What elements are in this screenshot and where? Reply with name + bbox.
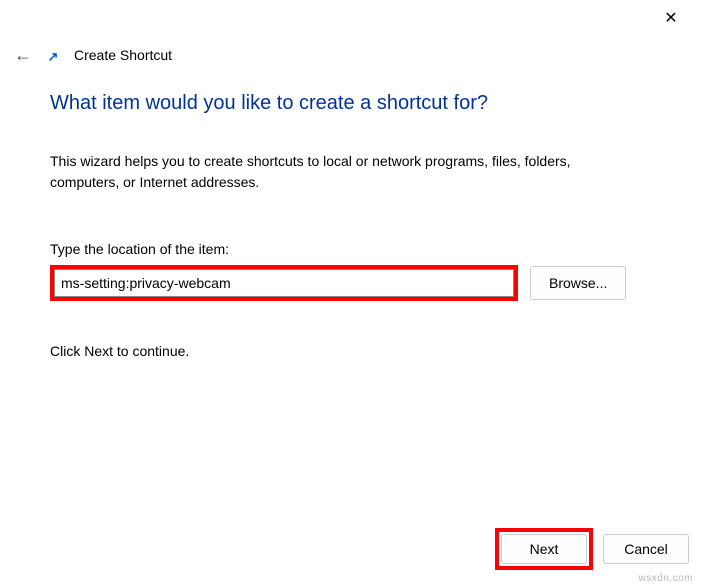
footer-buttons: Next Cancel [495, 528, 689, 570]
back-button[interactable]: ← [12, 44, 34, 66]
browse-button[interactable]: Browse... [530, 266, 626, 300]
continue-text: Click Next to continue. [50, 343, 653, 359]
close-button[interactable]: ✕ [651, 3, 691, 33]
cancel-button[interactable]: Cancel [603, 534, 689, 564]
header-row: ← ↗ Create Shortcut [0, 36, 703, 74]
window-title: Create Shortcut [74, 47, 172, 63]
content-area: What item would you like to create a sho… [0, 74, 703, 359]
back-arrow-icon: ← [14, 45, 32, 66]
close-icon: ✕ [664, 8, 677, 28]
shortcut-icon: ↗ [46, 50, 60, 64]
watermark: wsxdn.com [638, 573, 693, 584]
location-row: Browse... [50, 265, 653, 301]
input-highlight [50, 265, 518, 301]
location-input[interactable] [54, 269, 514, 297]
location-label: Type the location of the item: [50, 241, 653, 257]
next-button[interactable]: Next [501, 534, 587, 564]
page-heading: What item would you like to create a sho… [50, 92, 653, 115]
titlebar: ✕ [0, 0, 703, 36]
next-highlight: Next [495, 528, 593, 570]
wizard-description: This wizard helps you to create shortcut… [50, 151, 610, 193]
